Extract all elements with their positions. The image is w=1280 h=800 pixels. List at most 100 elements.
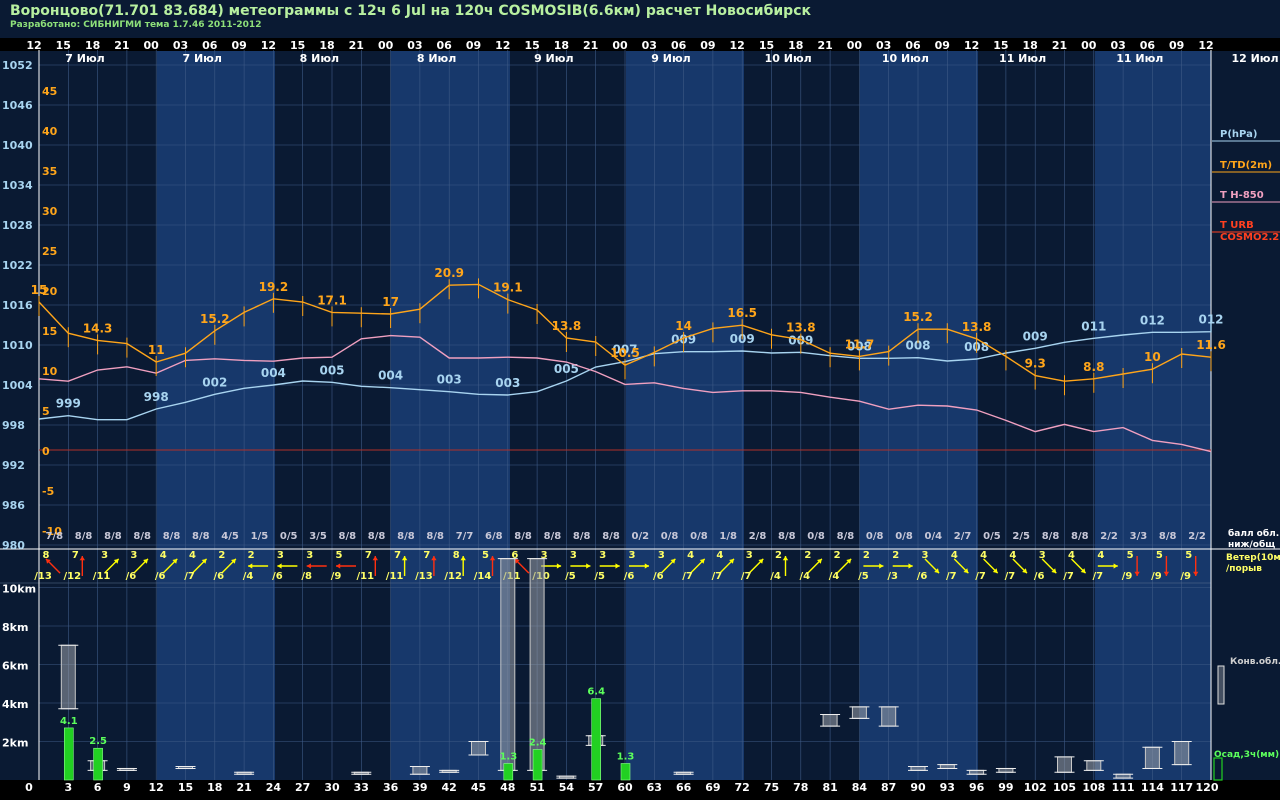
wind-title: Ветер(10м): [1226, 553, 1280, 563]
wind-arrow-head: [277, 563, 282, 569]
convective-cloud-bar: [881, 706, 897, 727]
pressure-line-value-label: 003: [437, 373, 462, 387]
precip-legend-icon: [1213, 757, 1223, 781]
forecast-hour-label: 99: [998, 781, 1013, 794]
precip-bar: [64, 727, 74, 781]
forecast-hour-label: 15: [178, 781, 193, 794]
day-label: 8 Июл: [417, 52, 456, 65]
temperature-line-value-label: 15.2: [903, 310, 933, 324]
hour-tick-label: 12: [261, 39, 276, 52]
cloud-fraction-label: 3/3: [1130, 531, 1148, 542]
forecast-hour-label: 57: [588, 781, 603, 794]
pressure-line-value-label: 012: [1140, 313, 1165, 327]
hour-tick-label: 06: [1140, 39, 1156, 52]
convective-cloud-bar: [412, 766, 428, 775]
wind-gust-label: /9: [1151, 571, 1162, 582]
temperature-line-value-label: 8.8: [1083, 360, 1104, 374]
hour-tick-label: 09: [700, 39, 715, 52]
forecast-hour-label: 33: [354, 781, 369, 794]
legend-entry: T/TD(2m): [1220, 160, 1272, 171]
day-label: 8 Июл: [300, 52, 339, 65]
forecast-hour-label: 108: [1082, 781, 1105, 794]
pressure-tick-label: 1016: [2, 299, 33, 312]
forecast-hour-label: 102: [1024, 781, 1047, 794]
hour-tick-label: 18: [85, 39, 100, 52]
hour-tick-label: 18: [319, 39, 334, 52]
temperature-tick-label: 40: [42, 125, 58, 138]
wind-arrow-head: [79, 556, 85, 561]
hour-tick-label: 18: [788, 39, 803, 52]
height-tick-label: 10km: [2, 583, 36, 596]
cloud-fraction-label: 2/2: [1100, 531, 1118, 542]
forecast-hour-label: 87: [881, 781, 896, 794]
pressure-tick-label: 1034: [2, 179, 33, 192]
wind-gust-label: /4: [243, 571, 254, 582]
day-label: 9 Июл: [534, 52, 573, 65]
forecast-hour-label: 69: [705, 781, 720, 794]
wind-speed-label: 8: [43, 550, 50, 561]
temperature-line-value-label: 14.3: [83, 321, 113, 335]
forecast-hour-label: 72: [735, 781, 750, 794]
wind-gust-label: /6: [1034, 571, 1045, 582]
wind-speed-label: 4: [951, 550, 958, 561]
conv-cloud-legend: Конв.обл.: [1230, 656, 1280, 667]
wind-arrow-head: [586, 563, 591, 569]
forecast-hour-label: 84: [852, 781, 868, 794]
temperature-tick-label: 25: [42, 245, 57, 258]
temperature-line-value-label: 17.1: [317, 293, 347, 307]
forecast-hour-label: 75: [764, 781, 779, 794]
cloud-fraction-label: 7/8: [46, 531, 64, 542]
wind-speed-label: 7: [72, 550, 79, 561]
forecast-hour-label: 93: [940, 781, 955, 794]
convective-cloud-bar: [851, 706, 867, 719]
temperature-line-value-label: 15.2: [200, 312, 230, 326]
pressure-line-value-label: 998: [144, 390, 169, 404]
wind-gust-label: /7: [1092, 571, 1103, 582]
wind-arrow-head: [782, 556, 789, 561]
height-tick-label: 4km: [2, 698, 28, 711]
wind-speed-label: 7: [365, 550, 372, 561]
cloud-fraction-label: 1/8: [719, 531, 737, 542]
temperature-tick-label: 15: [42, 325, 57, 338]
temperature-tick-label: -5: [42, 485, 54, 498]
pressure-tick-label: 1046: [2, 99, 33, 112]
conv-cloud-legend-icon: [1217, 665, 1225, 705]
hour-tick-label: 15: [56, 39, 71, 52]
convective-cloud-bar: [1144, 746, 1160, 769]
pressure-line-value-label: 004: [261, 366, 286, 380]
hour-tick-label: 00: [144, 39, 160, 52]
pressure-line-value-label: 012: [1198, 313, 1223, 327]
precip-value-label: 2.5: [89, 736, 107, 747]
cloud-fraction-label: 0/8: [661, 531, 679, 542]
cloud-fraction-label: 0/8: [807, 531, 825, 542]
wind-gust-label: /6: [126, 571, 137, 582]
forecast-hour-label: 27: [295, 781, 310, 794]
wind-speed-label: 3: [306, 550, 313, 561]
wind-speed-label: 4: [716, 550, 723, 561]
hour-tick-label: 06: [202, 39, 218, 52]
pressure-line-value-label: 004: [378, 369, 403, 383]
temperature-tick-label: 0: [42, 445, 50, 458]
wind-arrow-head: [372, 556, 378, 561]
temperature-line-value-label: 11: [148, 343, 165, 357]
cloud-fraction-label: 3/5: [309, 531, 327, 542]
convective-cloud-bar: [60, 644, 76, 710]
legend-entry: T URB: [1220, 220, 1254, 231]
hour-tick-label: 12: [495, 39, 510, 52]
height-tick-label: 6km: [2, 660, 28, 673]
wind-speed-label: 5: [1185, 550, 1192, 561]
wind-gust-label: /7: [946, 571, 957, 582]
hour-tick-label: 06: [437, 39, 453, 52]
wind-speed-label: 2: [804, 550, 811, 561]
cloud-fraction-label: 8/8: [573, 531, 591, 542]
wind-arrow-head: [556, 563, 562, 569]
wind-gust-label: /7: [741, 571, 752, 582]
convective-cloud-bar: [998, 767, 1014, 773]
cloud-fraction-label: 8/8: [368, 531, 386, 542]
wind-speed-label: 8: [453, 550, 460, 561]
wind-speed-label: 3: [599, 550, 606, 561]
wind-gust-label: /6: [917, 571, 928, 582]
wind-gust-label: /11: [357, 571, 375, 582]
wind-speed-label: 3: [658, 550, 665, 561]
day-label: 10 Июл: [765, 52, 812, 65]
